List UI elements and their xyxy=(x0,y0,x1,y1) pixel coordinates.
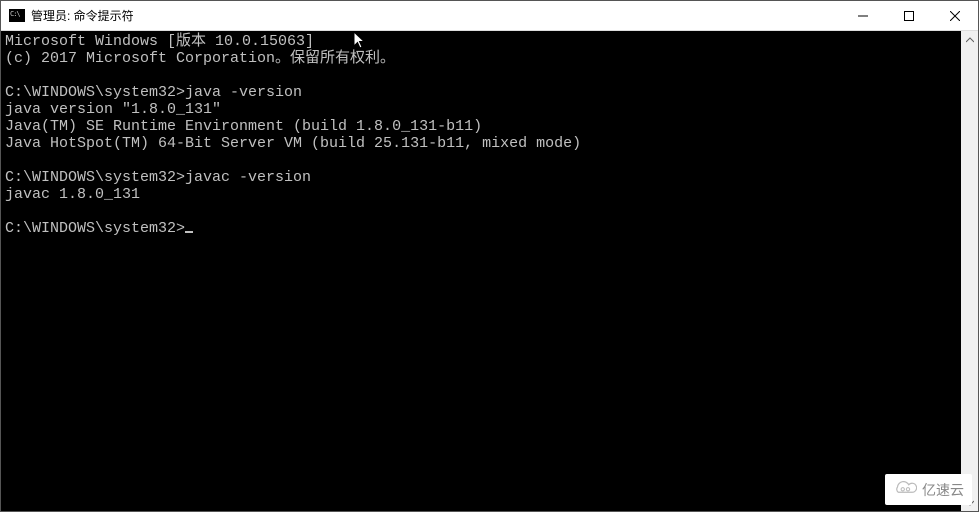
titlebar[interactable]: 管理员: 命令提示符 xyxy=(1,1,978,31)
minimize-button[interactable] xyxy=(840,1,886,30)
window-controls xyxy=(840,1,978,30)
cmd-icon xyxy=(9,9,25,22)
cursor xyxy=(185,231,193,233)
scroll-up-button[interactable] xyxy=(961,31,978,48)
terminal-line: C:\WINDOWS\system32>javac -version xyxy=(5,169,311,186)
terminal[interactable]: Microsoft Windows [版本 10.0.15063] (c) 20… xyxy=(1,31,961,511)
client-area: Microsoft Windows [版本 10.0.15063] (c) 20… xyxy=(1,31,978,511)
close-button[interactable] xyxy=(932,1,978,30)
terminal-line: (c) 2017 Microsoft Corporation。保留所有权利。 xyxy=(5,50,395,67)
chevron-up-icon xyxy=(966,37,974,43)
terminal-line: Java(TM) SE Runtime Environment (build 1… xyxy=(5,118,482,135)
terminal-prompt: C:\WINDOWS\system32> xyxy=(5,220,185,237)
terminal-line: javac 1.8.0_131 xyxy=(5,186,140,203)
cloud-icon xyxy=(893,478,917,501)
watermark: 亿速云 xyxy=(885,474,972,505)
scrollbar[interactable] xyxy=(961,31,978,511)
scroll-track[interactable] xyxy=(961,48,978,494)
terminal-line: java version "1.8.0_131" xyxy=(5,101,221,118)
terminal-line: C:\WINDOWS\system32>java -version xyxy=(5,84,302,101)
minimize-icon xyxy=(858,11,868,21)
maximize-button[interactable] xyxy=(886,1,932,30)
maximize-icon xyxy=(904,11,914,21)
watermark-text: 亿速云 xyxy=(922,480,964,500)
terminal-line: Microsoft Windows [版本 10.0.15063] xyxy=(5,33,314,50)
window-title: 管理员: 命令提示符 xyxy=(31,1,840,31)
window: 管理员: 命令提示符 Microsoft Windows [版本 10.0.15… xyxy=(0,0,979,512)
close-icon xyxy=(950,11,960,21)
terminal-line: Java HotSpot(TM) 64-Bit Server VM (build… xyxy=(5,135,581,152)
